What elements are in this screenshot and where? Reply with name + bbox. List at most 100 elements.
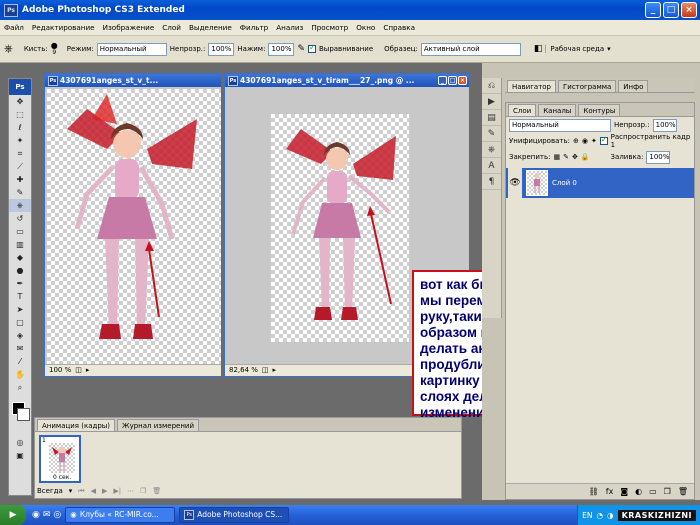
menu-help[interactable]: Справка: [379, 23, 419, 32]
chevron-right-icon[interactable]: ▸: [273, 365, 277, 376]
canvas-1[interactable]: [47, 89, 221, 366]
mode-select[interactable]: Нормальный: [96, 42, 167, 56]
actions-icon[interactable]: ▶: [482, 94, 501, 110]
minimize-icon[interactable]: _: [645, 2, 661, 18]
screen-mode-icon[interactable]: ▣: [9, 449, 31, 462]
doc-minimize-icon[interactable]: _: [438, 76, 447, 85]
doc-close-icon[interactable]: ×: [458, 76, 467, 85]
menu-filter[interactable]: Фильтр: [236, 23, 272, 32]
unify-position-icon[interactable]: ⊕: [573, 137, 579, 145]
hand-tool-icon[interactable]: ✋: [9, 368, 31, 381]
slice-tool-icon[interactable]: ⟋: [9, 160, 31, 173]
background-color[interactable]: [17, 408, 30, 421]
canvas-2[interactable]: [271, 114, 409, 342]
unify-visibility-icon[interactable]: ◉: [582, 137, 588, 145]
brush-picker[interactable]: ● 9: [51, 42, 58, 57]
tab-histogram[interactable]: Гистограмма: [558, 80, 617, 92]
prev-frame-icon[interactable]: ◀: [91, 487, 96, 495]
browser-icon[interactable]: ◉: [32, 510, 40, 520]
close-icon[interactable]: ×: [681, 2, 697, 18]
new-frame-icon[interactable]: ❐: [140, 487, 146, 495]
dodge-tool-icon[interactable]: ●: [9, 264, 31, 277]
clone-stamp-tool-icon[interactable]: ⎈: [9, 199, 31, 212]
character-icon[interactable]: A: [482, 158, 501, 174]
notes-tool-icon[interactable]: ✉: [9, 342, 31, 355]
trash-icon[interactable]: 🗑: [152, 487, 161, 495]
tab-paths[interactable]: Контуры: [578, 104, 621, 116]
airbrush-icon[interactable]: ✎: [297, 44, 305, 54]
healing-tool-icon[interactable]: ✚: [9, 173, 31, 186]
group-icon[interactable]: ▭: [649, 487, 657, 496]
zoom-tool-icon[interactable]: ⌕: [9, 381, 31, 394]
tab-navigator[interactable]: Навигатор: [507, 80, 556, 92]
document-2-title-bar[interactable]: Ps 4307691anges_st_v_tiram___27_.png @ .…: [225, 74, 469, 87]
blur-tool-icon[interactable]: ◆: [9, 251, 31, 264]
layer-opacity-input[interactable]: 100%: [652, 118, 677, 132]
adjustment-icon[interactable]: ◐: [635, 487, 642, 496]
propagate-checkbox[interactable]: [599, 135, 608, 145]
lock-icon[interactable]: 🔒: [581, 153, 590, 161]
tab-channels[interactable]: Каналы: [538, 104, 577, 116]
clone-source-icon[interactable]: ⎈: [482, 142, 501, 158]
brushes-icon[interactable]: ✎: [482, 126, 501, 142]
menu-image[interactable]: Изображение: [99, 23, 159, 32]
document-2-zoom[interactable]: 82,64 %: [229, 365, 258, 376]
magic-wand-tool-icon[interactable]: ✦: [9, 134, 31, 147]
flow-input[interactable]: 100%: [268, 42, 295, 56]
menu-view[interactable]: Просмотр: [307, 23, 352, 32]
loop-select[interactable]: Всегда: [37, 487, 63, 495]
menu-analysis[interactable]: Анализ: [272, 23, 307, 32]
paragraph-icon[interactable]: ¶: [482, 174, 501, 190]
chevron-down-icon[interactable]: ▾: [69, 487, 73, 495]
layer-name[interactable]: Слой 0: [552, 179, 577, 187]
tools-presets-icon[interactable]: ▤: [482, 110, 501, 126]
first-frame-icon[interactable]: ⏮: [78, 487, 84, 496]
color-swatches[interactable]: [9, 398, 31, 436]
frame-delay[interactable]: 0 сек.: [53, 474, 71, 481]
blend-mode-select[interactable]: Нормальный: [509, 118, 611, 132]
doc-maximize-icon[interactable]: □: [448, 76, 457, 85]
crop-tool-icon[interactable]: ⌗: [9, 147, 31, 160]
link-icon[interactable]: ⛓: [589, 487, 599, 496]
fill-input[interactable]: 100%: [646, 150, 671, 164]
clone-stamp-icon[interactable]: ⎈: [4, 42, 13, 56]
animation-frame[interactable]: 1 0 сек.: [39, 435, 81, 483]
history-icon[interactable]: ⎌: [482, 78, 501, 94]
sample-select[interactable]: Активный слой: [420, 42, 521, 56]
pen-tool-icon[interactable]: ✒: [9, 277, 31, 290]
3d-tool-icon[interactable]: ◈: [9, 329, 31, 342]
document-1-title-bar[interactable]: Ps 4307691anges_st_v_t...: [45, 74, 221, 87]
taskbar-item-photoshop[interactable]: Ps Adobe Photoshop CS...: [179, 507, 290, 523]
info-icon[interactable]: ◫: [262, 365, 269, 376]
media-icon[interactable]: ◎: [53, 510, 61, 520]
play-icon[interactable]: ▶: [102, 487, 107, 495]
tab-info[interactable]: Инфо: [618, 80, 649, 92]
start-button[interactable]: ▶: [0, 505, 26, 525]
opacity-input[interactable]: 100%: [208, 42, 235, 56]
fx-icon[interactable]: fx: [606, 487, 614, 496]
menu-layer[interactable]: Слой: [158, 23, 185, 32]
eraser-tool-icon[interactable]: ▭: [9, 225, 31, 238]
document-1-zoom[interactable]: 100 %: [49, 365, 71, 376]
tween-icon[interactable]: ⋯: [127, 487, 134, 495]
tray-icon[interactable]: ◔: [596, 511, 603, 520]
shape-tool-icon[interactable]: ▢: [9, 316, 31, 329]
eye-icon[interactable]: 👁: [508, 168, 522, 198]
unify-style-icon[interactable]: ✦: [591, 137, 597, 145]
aligned-checkbox[interactable]: [308, 43, 316, 53]
trash-icon[interactable]: 🗑: [678, 487, 688, 496]
taskbar-item-browser[interactable]: ◉ Клубы « RC-MIR.co...: [65, 507, 176, 523]
workspace-button[interactable]: Рабочая среда ▾: [545, 45, 611, 53]
menu-window[interactable]: Окно: [352, 23, 379, 32]
next-frame-icon[interactable]: ▶|: [113, 487, 121, 495]
gradient-tool-icon[interactable]: ▥: [9, 238, 31, 251]
lock-position-icon[interactable]: ✥: [572, 153, 578, 161]
move-tool-icon[interactable]: ✥: [9, 95, 31, 108]
tab-measurement-log[interactable]: Журнал измерений: [117, 419, 200, 431]
maximize-icon[interactable]: □: [663, 2, 679, 18]
tab-layers[interactable]: Слои: [508, 104, 537, 116]
lock-pixels-icon[interactable]: ✎: [563, 153, 569, 161]
document-window-1[interactable]: Ps 4307691anges_st_v_t... 100 % ◫ ▸: [44, 73, 222, 377]
marquee-tool-icon[interactable]: ⬚: [9, 108, 31, 121]
menu-select[interactable]: Выделение: [185, 23, 236, 32]
